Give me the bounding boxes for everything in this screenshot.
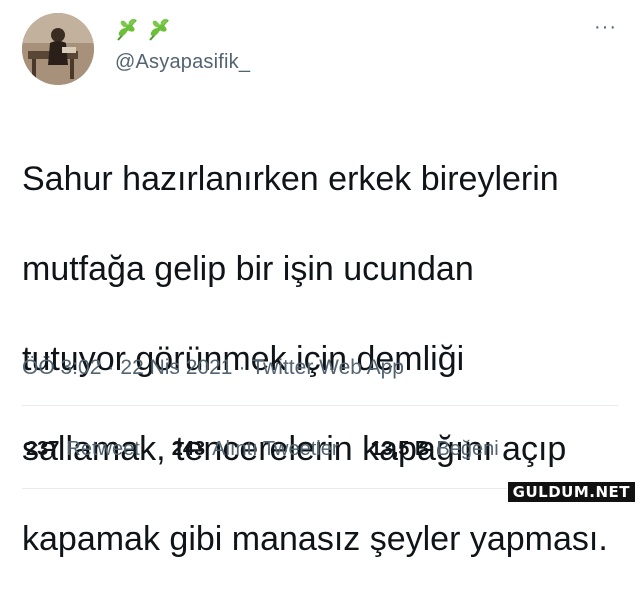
tweet-card: @Asyapasifik_ ··· Sahur hazırlanırken er… <box>0 0 640 558</box>
tweet-source[interactable]: Twitter Web App <box>251 356 404 380</box>
tweet-time[interactable]: ÖÖ 3:02 <box>22 356 101 380</box>
likes-label: Beğeni <box>436 438 499 460</box>
likes-stat[interactable]: 13,5 B Beğeni <box>370 438 498 461</box>
quotes-label: Alıntı Tweetler <box>212 438 339 460</box>
user-handle[interactable]: @Asyapasifik_ <box>115 51 250 74</box>
herb-icon <box>117 18 137 41</box>
tweet-meta: ÖÖ 3:02 · 22 Nis 2021 · Twitter Web App <box>22 356 404 380</box>
quotes-count: 243 <box>171 438 206 460</box>
tweet-text-line: mutfağa gelip bir işin ucundan <box>22 250 474 288</box>
retweets-label: Retweet <box>66 438 140 460</box>
more-options-button[interactable]: ··· <box>594 16 617 39</box>
herb-icon <box>149 18 169 41</box>
watermark: GULDUM.NET <box>506 481 636 503</box>
display-name[interactable] <box>114 14 174 44</box>
retweets-stat[interactable]: 237 Retweet <box>26 438 140 461</box>
tweet-text-line: kapamak gibi manasız şeyler yapması. <box>22 520 608 558</box>
likes-count: 13,5 B <box>370 438 430 460</box>
retweets-count: 237 <box>26 438 60 460</box>
meta-separator: · <box>238 356 246 379</box>
meta-separator: · <box>107 356 115 379</box>
tweet-date[interactable]: 22 Nis 2021 <box>120 356 232 380</box>
avatar-photo <box>22 13 94 85</box>
tweet-text-line: Sahur hazırlanırken erkek bireylerin <box>22 160 559 198</box>
divider <box>22 405 618 406</box>
tweet-stats: 237 Retweet 243 Alıntı Tweetler 13,5 B B… <box>26 438 499 461</box>
avatar[interactable] <box>22 13 94 85</box>
quotes-stat[interactable]: 243 Alıntı Tweetler <box>172 438 339 461</box>
